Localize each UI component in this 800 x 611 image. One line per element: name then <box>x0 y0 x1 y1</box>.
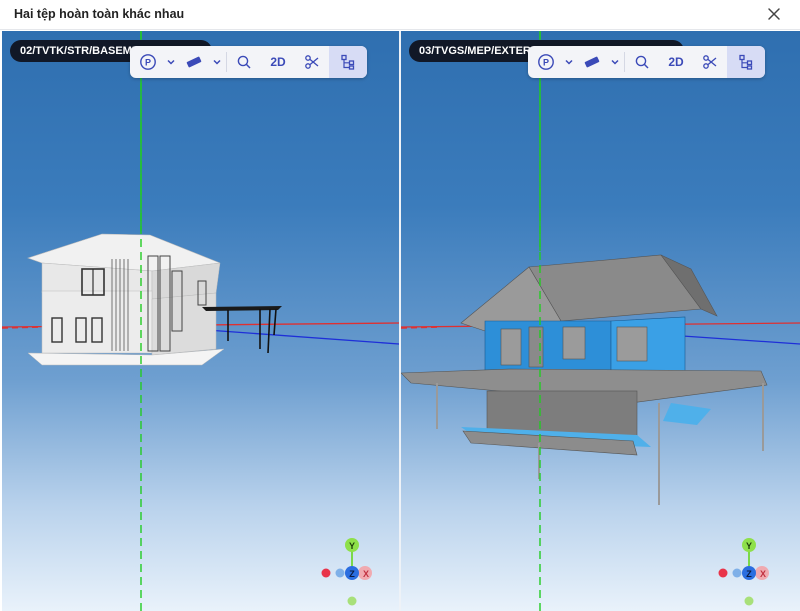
model-tree-button[interactable] <box>329 46 367 78</box>
chevron-down-icon <box>611 59 619 65</box>
perspective-icon: P <box>538 54 554 70</box>
dialog-header: Hai tệp hoàn toàn khác nhau <box>0 0 800 30</box>
measure-dropdown[interactable] <box>606 46 624 78</box>
perspective-icon: P <box>140 54 156 70</box>
model-tree-button[interactable] <box>727 46 765 78</box>
svg-text:P: P <box>543 58 549 68</box>
chevron-down-icon <box>167 59 175 65</box>
axis-y-label: Y <box>746 541 752 551</box>
axis-gizmo[interactable]: Y X Z <box>715 535 785 607</box>
view-2d-button[interactable]: 2D <box>261 46 295 78</box>
axis-gizmo[interactable]: Y X Z <box>318 535 388 607</box>
measure-dropdown[interactable] <box>208 46 226 78</box>
svg-text:P: P <box>145 58 151 68</box>
zoom-button[interactable] <box>227 46 261 78</box>
model-canvas[interactable] <box>2 31 399 611</box>
zoom-button[interactable] <box>625 46 659 78</box>
close-icon[interactable] <box>764 4 784 24</box>
projection-dropdown[interactable] <box>560 46 578 78</box>
search-icon <box>635 55 649 69</box>
model-canvas[interactable] <box>401 31 800 611</box>
section-button[interactable] <box>295 46 329 78</box>
axis-z-label: Z <box>349 569 355 579</box>
viewer-left[interactable]: 02/TVTK/STR/BASEMENT P 2D Y X Z <box>2 31 399 611</box>
measure-button[interactable] <box>578 46 606 78</box>
scissors-icon <box>703 55 717 69</box>
axis-z-label: Z <box>746 569 752 579</box>
projection-dropdown[interactable] <box>162 46 180 78</box>
ruler-icon <box>186 56 202 68</box>
compare-dialog: Hai tệp hoàn toàn khác nhau 02/TVTK/STR/… <box>0 0 800 611</box>
viewer-right[interactable]: 03/TVGS/MEP/EXTERNAL P 2D Y X Z <box>401 31 800 611</box>
scissors-icon <box>305 55 319 69</box>
projection-button[interactable]: P <box>532 46 560 78</box>
axis-y-label: Y <box>349 541 355 551</box>
axis-x-label: X <box>760 569 766 579</box>
axis-x-label: X <box>363 569 369 579</box>
search-icon <box>237 55 251 69</box>
model-tree-icon <box>341 54 355 70</box>
section-button[interactable] <box>693 46 727 78</box>
measure-button[interactable] <box>180 46 208 78</box>
mep-building <box>401 254 768 505</box>
viewer-toolbar: P 2D <box>130 46 367 78</box>
projection-button[interactable]: P <box>134 46 162 78</box>
view-2d-button[interactable]: 2D <box>659 46 693 78</box>
chevron-down-icon <box>213 59 221 65</box>
model-tree-icon <box>739 54 753 70</box>
viewer-toolbar: P 2D <box>528 46 765 78</box>
chevron-down-icon <box>565 59 573 65</box>
ruler-icon <box>584 56 600 68</box>
dialog-title: Hai tệp hoàn toàn khác nhau <box>14 7 185 21</box>
structural-building <box>27 233 282 366</box>
